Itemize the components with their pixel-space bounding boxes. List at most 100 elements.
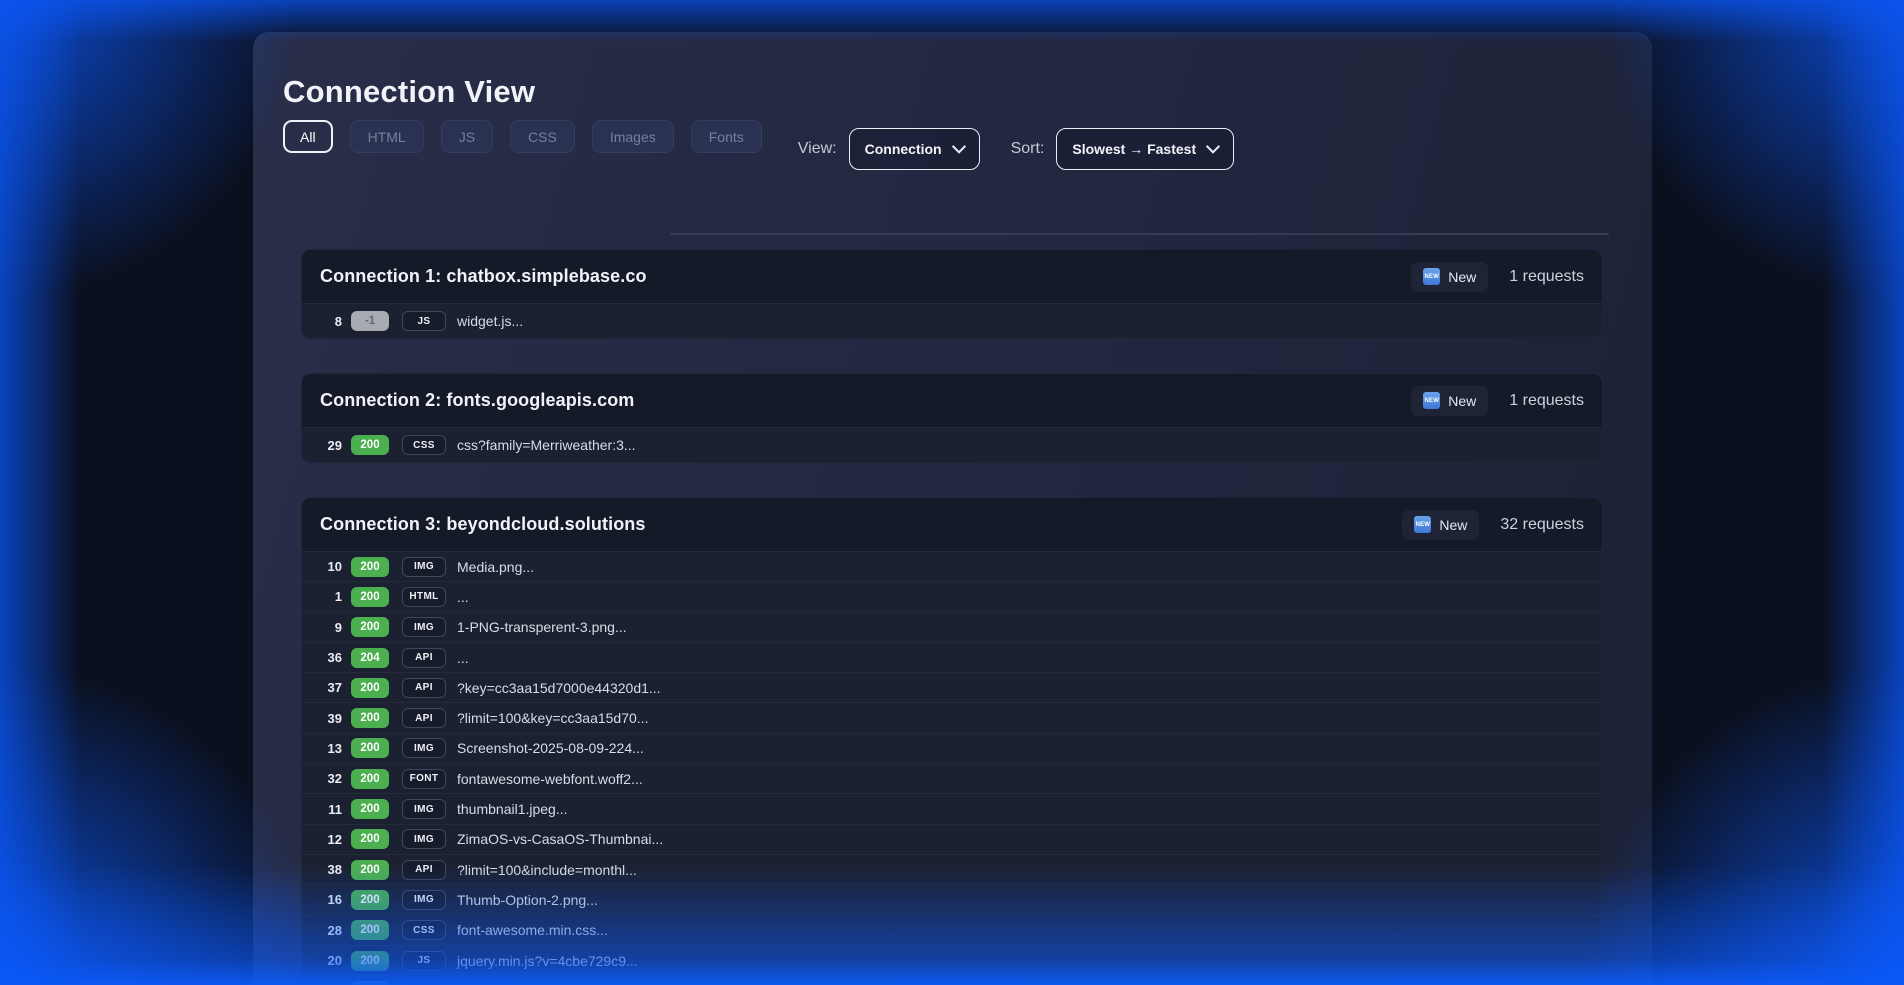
type-badge: API xyxy=(402,648,446,668)
status-badge: 200 xyxy=(351,678,389,698)
request-index: 10 xyxy=(320,559,342,574)
type-badge: IMG xyxy=(402,890,446,910)
type-badge: API xyxy=(402,708,446,728)
request-index: 20 xyxy=(320,953,342,968)
new-icon: NEW xyxy=(1414,516,1431,533)
type-badge: API xyxy=(402,860,446,880)
request-index: 1 xyxy=(320,589,342,604)
connection-header: Connection 2: fonts.googleapis.com NEW N… xyxy=(302,374,1602,427)
new-icon: NEW xyxy=(1423,392,1440,409)
request-index: 9 xyxy=(320,620,342,635)
status-badge: 200 xyxy=(351,829,389,849)
chevron-down-icon xyxy=(952,139,966,153)
status-badge: 200 xyxy=(351,799,389,819)
view-select[interactable]: Connection xyxy=(849,128,980,170)
type-badge: IMG xyxy=(402,981,446,985)
request-name: widget.js... xyxy=(457,313,523,329)
type-badge: JS xyxy=(402,311,446,331)
new-badge-label: New xyxy=(1448,269,1476,285)
status-badge: 200 xyxy=(351,557,389,577)
sort-control: Sort: Slowest → Fastest xyxy=(1011,128,1235,170)
request-name: thumbnail1.jpeg... xyxy=(457,801,568,817)
type-badge: HTML xyxy=(402,587,446,607)
connection-header: Connection 1: chatbox.simplebase.co NEW … xyxy=(302,250,1602,303)
request-name: ... xyxy=(457,589,469,605)
request-name: font-awesome.min.css... xyxy=(457,922,608,938)
filter-button-css[interactable]: CSS xyxy=(510,120,575,153)
filter-button-js[interactable]: JS xyxy=(441,120,493,153)
filter-button-fonts[interactable]: Fonts xyxy=(691,120,762,153)
request-row: 39 200 API ?limit=100&key=cc3aa15d70... xyxy=(302,702,1602,732)
new-badge-label: New xyxy=(1448,393,1476,409)
request-name: css?family=Merriweather:3... xyxy=(457,437,636,453)
new-badge: NEW New xyxy=(1411,386,1488,416)
sort-select-value: Slowest → Fastest xyxy=(1072,141,1196,157)
toolbar: All HTML JS CSS Images Fonts View: Connection… xyxy=(283,120,1652,170)
view-control: View: Connection xyxy=(798,128,980,170)
request-name: ?limit=100&include=monthl... xyxy=(457,862,637,878)
request-row: 13 200 IMG Screenshot-2025-08-09-224... xyxy=(302,733,1602,763)
request-index: 16 xyxy=(320,892,342,907)
request-name: fontawesome-webfont.woff2... xyxy=(457,771,643,787)
request-row: 34 200 IMG overlay.png?v=4cbe729c92... xyxy=(302,975,1602,985)
request-row: 32 200 FONT fontawesome-webfont.woff2... xyxy=(302,763,1602,793)
connection-title: Connection 1: chatbox.simplebase.co xyxy=(320,266,647,287)
request-row: 9 200 IMG 1-PNG-transperent-3.png... xyxy=(302,612,1602,642)
connection-card: Connection 2: fonts.googleapis.com NEW N… xyxy=(301,373,1603,463)
request-index: 39 xyxy=(320,711,342,726)
connection-title: Connection 3: beyondcloud.solutions xyxy=(320,514,646,535)
status-badge: 200 xyxy=(351,981,389,985)
status-badge: 200 xyxy=(351,738,389,758)
type-badge: FONT xyxy=(402,769,446,789)
connection-view-panel: Connection View AllHTMLJSCSSImagesFonts … xyxy=(253,32,1652,985)
status-badge: 200 xyxy=(351,951,389,971)
sort-select[interactable]: Slowest → Fastest xyxy=(1056,128,1234,170)
chevron-down-icon xyxy=(1206,139,1220,153)
app-window: Connection View AllHTMLJSCSSImagesFonts … xyxy=(0,0,1904,985)
connection-header-right: NEW New 1 requests xyxy=(1411,262,1584,292)
request-list: 29 200 CSS css?family=Merriweather:3... xyxy=(302,427,1602,462)
type-badge: IMG xyxy=(402,799,446,819)
request-index: 28 xyxy=(320,923,342,938)
request-name: ?limit=100&key=cc3aa15d70... xyxy=(457,710,648,726)
status-badge: 200 xyxy=(351,890,389,910)
request-row: 8 -1 JS widget.js... xyxy=(302,304,1602,338)
filter-group: All HTML JS CSS Images Fonts xyxy=(283,120,762,153)
filter-button-html[interactable]: HTML xyxy=(350,120,424,153)
request-row: 12 200 IMG ZimaOS-vs-CasaOS-Thumbnai... xyxy=(302,824,1602,854)
new-icon: NEW xyxy=(1423,268,1440,285)
connection-header: Connection 3: beyondcloud.solutions NEW … xyxy=(302,498,1602,551)
request-list: 10 200 IMG Media.png... 1 200 HTML ... 9… xyxy=(302,551,1602,985)
type-badge: IMG xyxy=(402,738,446,758)
type-badge: JS xyxy=(402,951,446,971)
request-row: 37 200 API ?key=cc3aa15d7000e44320d1... xyxy=(302,672,1602,702)
request-row: 11 200 IMG thumbnail1.jpeg... xyxy=(302,793,1602,823)
filter-button-all[interactable]: All xyxy=(283,120,333,153)
type-badge: IMG xyxy=(402,557,446,577)
request-count: 1 requests xyxy=(1509,392,1584,410)
status-badge: 200 xyxy=(351,435,389,455)
connection-header-right: NEW New 1 requests xyxy=(1411,386,1584,416)
request-index: 36 xyxy=(320,650,342,665)
connection-list: Connection 1: chatbox.simplebase.co NEW … xyxy=(301,249,1603,985)
request-row: 10 200 IMG Media.png... xyxy=(302,552,1602,581)
connection-title: Connection 2: fonts.googleapis.com xyxy=(320,390,634,411)
request-name: Media.png... xyxy=(457,559,534,575)
type-badge: CSS xyxy=(402,920,446,940)
filter-button-images[interactable]: Images xyxy=(592,120,674,153)
request-index: 11 xyxy=(320,802,342,817)
status-badge: 200 xyxy=(351,617,389,637)
request-name: 1-PNG-transperent-3.png... xyxy=(457,619,627,635)
type-badge: IMG xyxy=(402,617,446,637)
sort-label: Sort: xyxy=(1011,140,1045,158)
request-index: 29 xyxy=(320,438,342,453)
request-row: 28 200 CSS font-awesome.min.css... xyxy=(302,915,1602,945)
connection-card: Connection 3: beyondcloud.solutions NEW … xyxy=(301,497,1603,985)
view-select-value: Connection xyxy=(865,141,942,157)
status-badge: 200 xyxy=(351,587,389,607)
view-label: View: xyxy=(798,140,837,158)
new-badge-label: New xyxy=(1439,517,1467,533)
status-badge: 200 xyxy=(351,920,389,940)
request-row: 36 204 API ... xyxy=(302,642,1602,672)
connection-card: Connection 1: chatbox.simplebase.co NEW … xyxy=(301,249,1603,339)
